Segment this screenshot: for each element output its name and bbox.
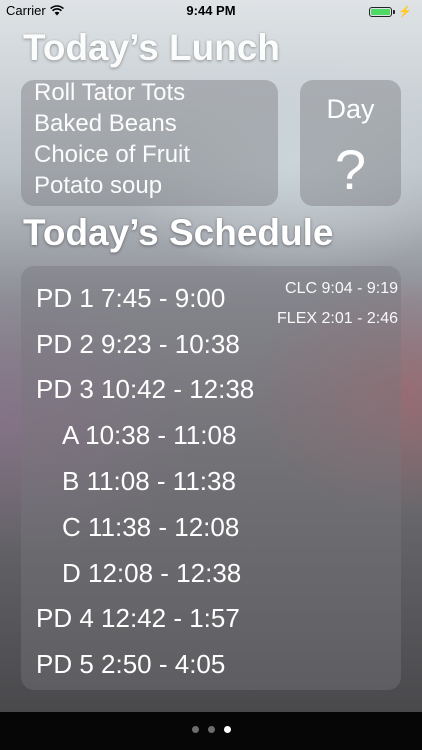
page-control[interactable] <box>0 726 422 733</box>
schedule-period-5: PD 5 2:50 - 4:05 <box>36 649 226 679</box>
schedule-lunch-c: C 11:38 - 12:08 <box>62 512 240 542</box>
schedule-lunch-d: D 12:08 - 12:38 <box>62 558 242 588</box>
lunch-title: Today’s Lunch <box>23 27 280 68</box>
battery-indicator: ⚡ <box>369 5 412 18</box>
schedule-period-4: PD 4 12:42 - 1:57 <box>36 603 240 633</box>
schedule-lunch-a: A 10:38 - 11:08 <box>62 420 237 450</box>
page-dot-3[interactable] <box>223 726 231 733</box>
lunch-item: Roll Tator Tots <box>34 80 186 106</box>
battery-icon <box>369 6 393 17</box>
charging-bolt-icon: ⚡ <box>398 6 412 18</box>
clc-time: CLC 9:04 - 9:19 <box>285 280 398 297</box>
status-time: 9:44 PM <box>186 3 236 18</box>
flex-time: FLEX 2:01 - 2:46 <box>277 310 398 327</box>
lunch-panel: Roll Tator Tots Baked Beans Choice of Fr… <box>21 80 278 206</box>
lunch-item: Potato soup <box>34 172 163 199</box>
schedule-period-2: PD 2 9:23 - 10:38 <box>36 329 240 359</box>
day-value: ? <box>334 138 367 201</box>
status-bar: Carrier 9:44 PM ⚡ <box>0 0 422 22</box>
schedule-period-1: PD 1 7:45 - 9:00 <box>36 283 226 313</box>
page-dot-2[interactable] <box>207 726 215 733</box>
schedule-panel: PD 1 7:45 - 9:00 PD 2 9:23 - 10:38 PD 3 … <box>21 266 401 690</box>
page-dot-1[interactable] <box>191 726 199 733</box>
lunch-list: Roll Tator Tots Baked Beans Choice of Fr… <box>34 80 190 201</box>
bottom-bar <box>0 712 422 750</box>
schedule-period-3: PD 3 10:42 - 12:38 <box>36 374 255 404</box>
schedule-title: Today’s Schedule <box>23 212 334 253</box>
lunch-item: Choice of Fruit <box>34 141 191 168</box>
day-panel: Day ? <box>300 80 401 206</box>
day-label: Day <box>326 94 375 124</box>
schedule-lunch-b: B 11:08 - 11:38 <box>62 466 236 496</box>
lunch-item: Baked Beans <box>34 110 177 137</box>
